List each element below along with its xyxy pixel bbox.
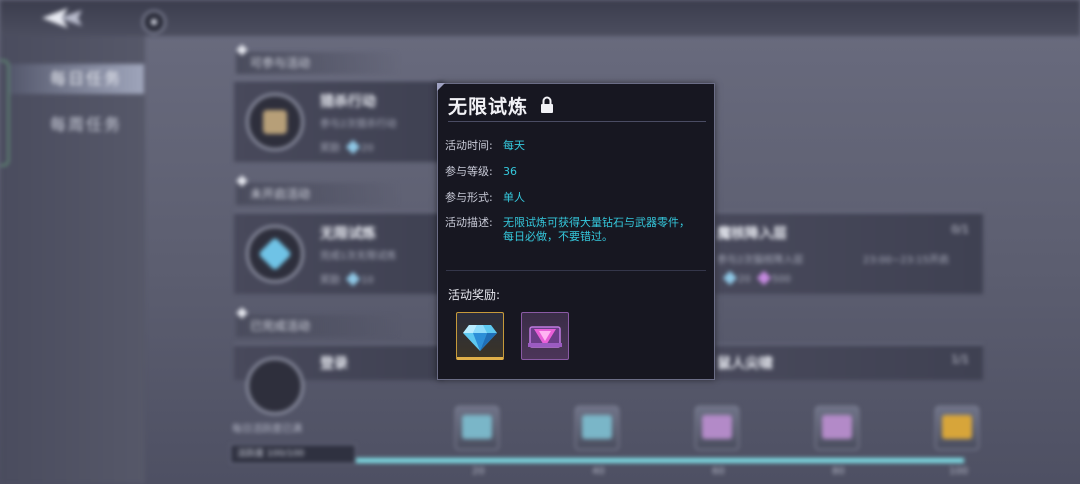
back-arrow-icon[interactable] xyxy=(38,6,84,30)
activity-card-login[interactable]: 登录 xyxy=(234,344,444,415)
card-reward: 20 500 xyxy=(717,270,791,286)
card-reward: 奖励 10 xyxy=(320,271,374,287)
home-icon[interactable] xyxy=(142,10,166,34)
progress-tick: 40 xyxy=(592,466,605,477)
card-count: 0/1 xyxy=(951,223,969,236)
activity-progress-fill xyxy=(356,458,964,463)
reward-chest-20[interactable] xyxy=(455,406,499,450)
popup-corner xyxy=(437,83,445,91)
diamond-icon xyxy=(722,270,738,286)
card-title: 魔核降入层 xyxy=(717,226,787,242)
card-reward: 奖励 20 xyxy=(320,139,374,155)
diamond-icon xyxy=(463,325,497,351)
rewards-title: 活动奖励: xyxy=(448,288,501,302)
card-time: 23:00~23:15开启 xyxy=(863,255,950,266)
sidebar-edge xyxy=(0,60,9,166)
info-value: 36 xyxy=(503,165,517,178)
reward-chest-100[interactable] xyxy=(935,406,979,450)
card-title: 猎杀行动 xyxy=(320,94,376,110)
reward-item-diamond[interactable] xyxy=(456,312,504,360)
activity-card-infinite-trial[interactable]: 无限试炼 完成1次无限试炼 奖励 10 xyxy=(234,212,444,294)
diamond-icon xyxy=(345,271,361,287)
card-subtitle: 参与2次猎杀行动 xyxy=(320,119,397,130)
reward-amount: 10 xyxy=(361,275,374,286)
activity-card-hunt[interactable]: 猎杀行动 参与2次猎杀行动 奖励 20 xyxy=(234,80,444,162)
section-completed: 已完成活动 xyxy=(236,315,400,337)
info-label: 参与形式: xyxy=(445,191,493,204)
crystal-icon xyxy=(756,270,771,286)
diamond-medal-icon xyxy=(246,225,304,283)
card-title: 鼠人尖啸 xyxy=(717,356,773,372)
reward-item-weapon-part[interactable] xyxy=(521,312,569,360)
login-medal-icon xyxy=(246,357,304,415)
info-label: 参与等级: xyxy=(445,165,493,178)
info-label: 活动时间: xyxy=(445,139,493,152)
activity-points-box: 活跃度 100/100 xyxy=(230,444,356,464)
activity-points-value: 100/100 xyxy=(266,449,305,459)
reward-chest-80[interactable] xyxy=(815,406,859,450)
info-value: 每天 xyxy=(503,139,525,152)
card-subtitle: 完成1次无限试炼 xyxy=(320,251,397,262)
reward-amount: 20 xyxy=(738,274,751,285)
info-value: 单人 xyxy=(503,191,525,204)
popup-title: 无限试炼 xyxy=(448,96,529,118)
progress-tick: 80 xyxy=(832,466,845,477)
progress-tick: 60 xyxy=(712,466,725,477)
card-count: 1/1 xyxy=(951,353,969,366)
info-label: 活动描述: xyxy=(445,216,493,229)
weapon-part-icon xyxy=(528,326,562,348)
rewards-divider xyxy=(446,270,706,271)
reward-label: 奖励 xyxy=(320,275,340,286)
card-subtitle: 参与2次猫核降入层 xyxy=(717,255,804,266)
activity-card-core-descent[interactable]: 魔核降入层 0/1 参与2次猫核降入层 23:00~23:15开启 20 500 xyxy=(715,212,983,294)
card-title: 无限试炼 xyxy=(320,226,376,242)
top-bar xyxy=(0,0,1080,36)
section-available: 可参与活动 xyxy=(236,52,400,74)
reward-chest-60[interactable] xyxy=(695,406,739,450)
reward-chest-40[interactable] xyxy=(575,406,619,450)
activity-progress-bar xyxy=(356,458,964,463)
activity-points-label: 活跃度 xyxy=(237,449,265,459)
reward-label: 奖励 xyxy=(320,143,340,154)
tab-daily-tasks[interactable]: 每日任务 xyxy=(10,64,144,94)
sidebar: 每日任务 每周任务 xyxy=(0,36,145,484)
card-title: 登录 xyxy=(320,356,348,372)
info-value: 无限试炼可获得大量钻石与武器零件，每日必做，不要错过。 xyxy=(503,216,690,243)
progress-tick: 100 xyxy=(949,466,969,477)
progress-label: 每日活跃度已满 xyxy=(232,424,302,435)
progress-tick: 20 xyxy=(472,466,485,477)
title-divider xyxy=(448,121,706,122)
activity-detail-popup[interactable]: 无限试炼 活动时间: 每天 参与等级: 36 参与形式: 单人 活动描述: 无限… xyxy=(437,83,715,380)
reward-amount: 20 xyxy=(361,143,374,154)
tab-weekly-tasks[interactable]: 每周任务 xyxy=(10,110,144,140)
lock-icon xyxy=(541,96,553,113)
reward-amount-2: 500 xyxy=(771,274,791,285)
hunt-medal-icon xyxy=(246,93,304,151)
section-not-open: 未开启活动 xyxy=(236,183,400,205)
diamond-icon xyxy=(345,139,361,155)
activity-card-rat-scream[interactable]: 鼠人尖啸 1/1 xyxy=(715,344,983,380)
